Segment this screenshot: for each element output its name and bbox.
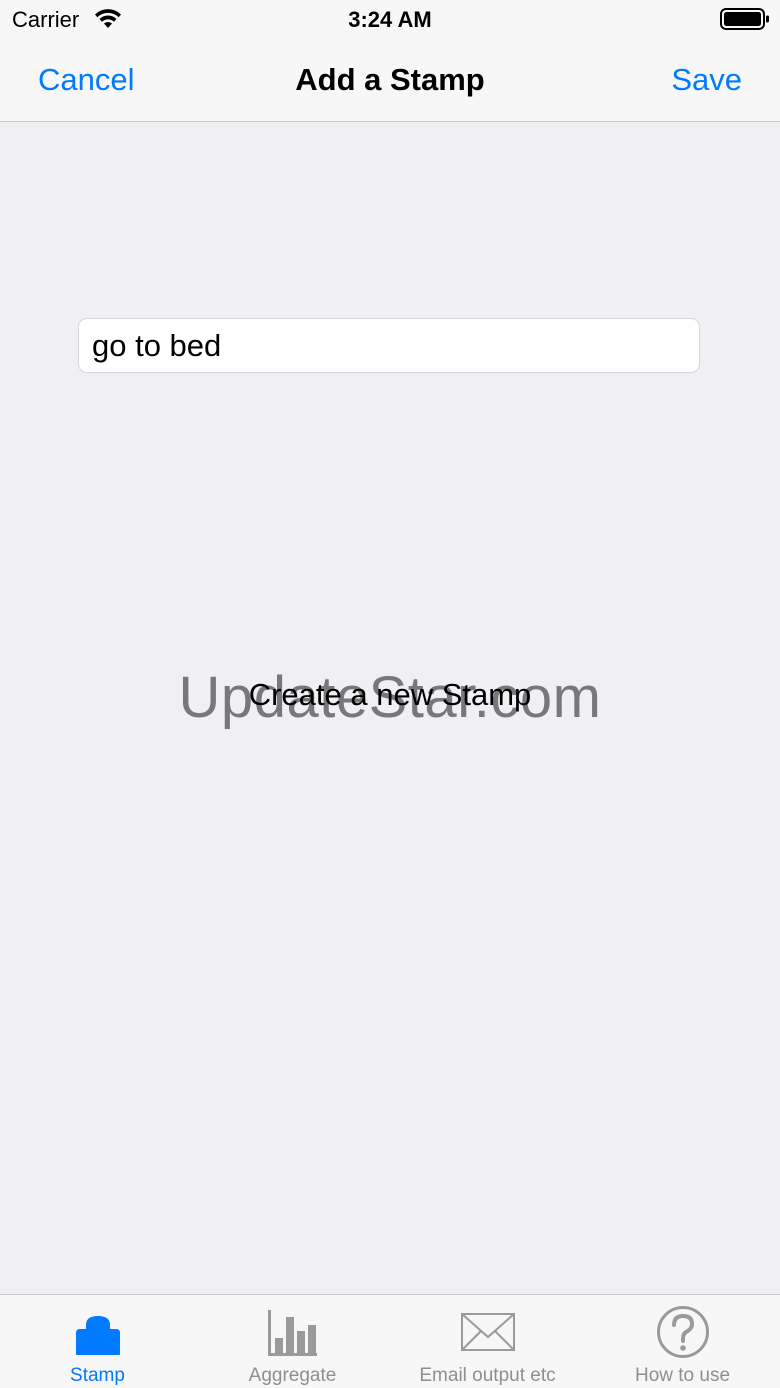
tab-label: Email output etc — [419, 1365, 556, 1386]
clock-label: 3:24 AM — [348, 7, 432, 32]
bar-chart-icon — [268, 1310, 317, 1356]
stamp-icon — [76, 1316, 120, 1355]
question-icon — [657, 1306, 709, 1358]
navigation-bar: Cancel Add a Stamp Save — [0, 40, 780, 122]
tab-label: Aggregate — [248, 1365, 337, 1386]
battery-icon — [720, 8, 769, 30]
status-bar: Carrier 3:24 AM — [0, 0, 780, 40]
envelope-icon — [461, 1313, 515, 1351]
tab-label: How to use — [634, 1365, 731, 1386]
save-button[interactable]: Save — [671, 62, 742, 98]
tab-label: Stamp — [70, 1365, 125, 1386]
tab-aggregate[interactable]: Aggregate — [195, 1295, 390, 1388]
stamp-name-input[interactable] — [78, 318, 700, 373]
tab-stamp[interactable]: Stamp — [0, 1295, 195, 1388]
tab-bar: Stamp Aggregate Email output etc How to … — [0, 1294, 780, 1388]
tab-email-output[interactable]: Email output etc — [390, 1295, 585, 1388]
cancel-button[interactable]: Cancel — [38, 62, 135, 98]
tab-how-to-use[interactable]: How to use — [585, 1295, 780, 1388]
create-stamp-label: Create a new Stamp — [248, 677, 532, 712]
